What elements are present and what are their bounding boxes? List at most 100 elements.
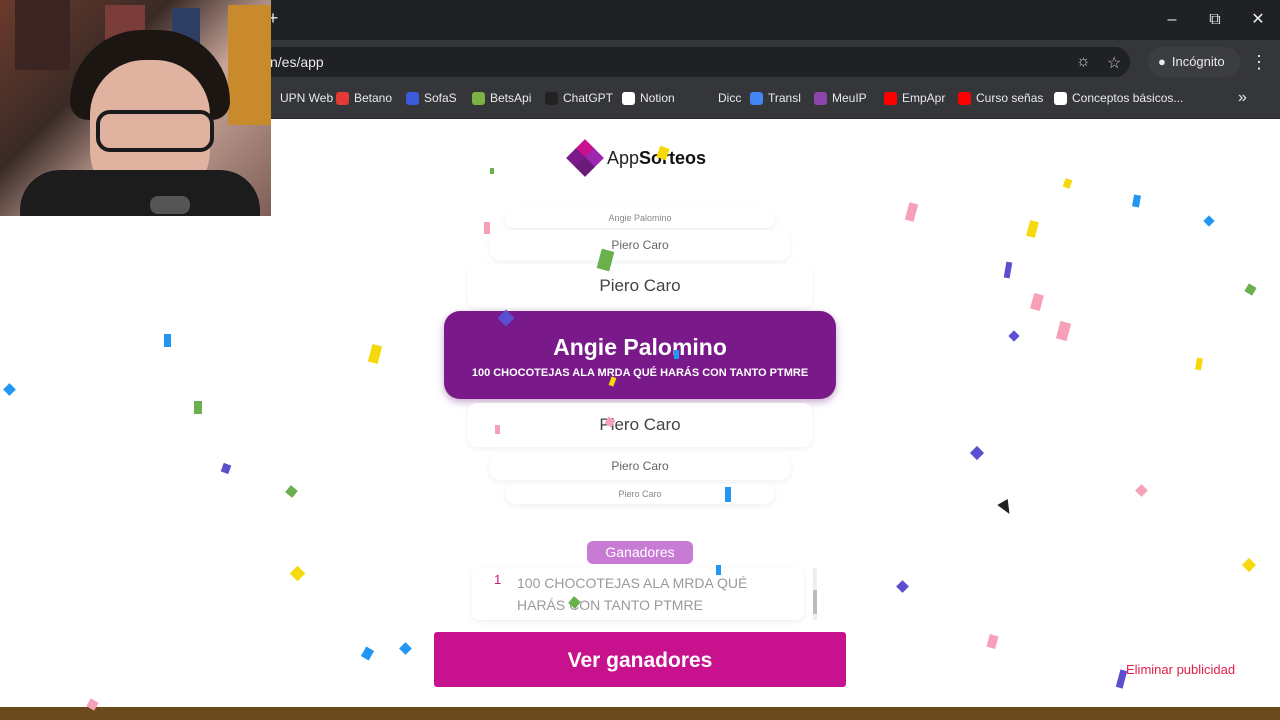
confetti-piece	[1030, 292, 1044, 312]
sofascore-icon	[406, 91, 419, 105]
bookmark-label: SofaS	[424, 91, 457, 105]
confetti-piece	[1003, 261, 1013, 279]
browser-menu-icon[interactable]: ⋮	[1250, 52, 1268, 73]
minimize-icon[interactable]: –	[1159, 8, 1185, 32]
confetti-piece	[1008, 330, 1020, 342]
roll-item: Piero Caro	[467, 264, 813, 308]
bookmark-label: BetsApi	[490, 91, 532, 105]
translate-icon	[750, 91, 763, 105]
bookmark-item[interactable]: UPN Web	[262, 91, 333, 105]
confetti-piece	[285, 485, 298, 498]
confetti-piece	[1244, 283, 1257, 296]
confetti-piece	[194, 401, 202, 414]
roll-item: Piero Caro	[505, 484, 775, 504]
taskbar	[0, 707, 1280, 720]
google-icon	[1054, 91, 1067, 105]
meuip-icon	[814, 91, 827, 105]
bookmark-label: Notion	[640, 91, 675, 105]
app-logo[interactable]: AppSorteos	[566, 139, 707, 177]
confetti-piece	[490, 168, 494, 174]
bookmark-item[interactable]: Conceptos básicos...	[1054, 91, 1183, 105]
betano-icon	[336, 91, 349, 105]
incognito-indicator[interactable]: ● Incógnito	[1148, 47, 1240, 77]
bookmark-item[interactable]: Dicc	[700, 91, 741, 105]
close-window-icon[interactable]: ✕	[1245, 8, 1271, 32]
webcam-overlay	[0, 0, 271, 216]
remove-ads-link[interactable]: Eliminar publicidad	[1126, 662, 1235, 677]
winners-scrollbar[interactable]	[813, 568, 817, 620]
confetti-piece	[1055, 320, 1072, 342]
confetti-piece	[716, 565, 721, 575]
bookmark-label: Transl	[768, 91, 801, 105]
confetti-piece	[1132, 194, 1141, 208]
bookmark-label: Curso señas	[976, 91, 1044, 105]
confetti-piece	[164, 334, 171, 347]
confetti-piece	[1241, 557, 1257, 573]
bookmark-star-icon[interactable]: ☆	[1107, 53, 1121, 73]
bookmark-item[interactable]: Notion	[622, 91, 675, 105]
notion-icon	[622, 91, 635, 105]
confetti-piece	[220, 462, 232, 475]
confetti-piece	[904, 202, 919, 222]
winner-name: Angie Palomino	[553, 334, 727, 360]
tracking-eye-off-icon[interactable]: ☼	[1076, 53, 1091, 71]
winner-prize-text: 100 CHOCOTEJAS ALA MRDA QUÉ HARÁS CON TA…	[517, 575, 748, 613]
roll-item: Angie Palomino	[505, 208, 775, 228]
confetti-piece	[969, 445, 985, 461]
confetti-piece	[1115, 669, 1128, 689]
confetti-piece	[896, 580, 909, 593]
bookmark-label: UPN Web	[280, 91, 334, 105]
bookmark-label: EmpApr	[902, 91, 946, 105]
bookmark-item[interactable]: EmpApr	[884, 91, 945, 105]
app-logo-icon	[566, 139, 604, 177]
incognito-icon: ●	[1158, 54, 1166, 69]
confetti-piece	[1062, 178, 1073, 189]
confetti-piece	[367, 344, 383, 364]
confetti-piece	[289, 565, 306, 582]
roll-item: Piero Caro	[490, 452, 790, 480]
youtube-icon	[884, 91, 897, 105]
winners-list: 1 100 CHOCOTEJAS ALA MRDA QUÉ HARÁS CON …	[472, 568, 804, 620]
confetti-piece	[399, 642, 412, 655]
restore-icon[interactable]: ⧉	[1202, 8, 1228, 32]
bookmark-label: Dicc	[718, 91, 742, 105]
confetti-piece	[725, 487, 731, 502]
confetti-piece	[1026, 220, 1039, 238]
confetti-piece	[484, 222, 490, 234]
confetti-piece	[495, 425, 500, 434]
winner-prize: 100 CHOCOTEJAS ALA MRDA QUÉ HARÁS CON TA…	[471, 367, 809, 379]
bookmark-item[interactable]: Betano	[336, 91, 392, 105]
winners-badge: Ganadores	[587, 541, 693, 564]
roll-item: Piero Caro	[467, 403, 813, 447]
bookmark-item[interactable]: Curso señas	[958, 91, 1043, 105]
bookmarks-overflow-icon[interactable]: »	[1238, 89, 1247, 107]
confetti-piece	[3, 383, 16, 396]
bookmark-item[interactable]: ChatGPT	[545, 91, 613, 105]
incognito-label: Incógnito	[1171, 54, 1225, 69]
roll-item: Piero Caro	[490, 230, 790, 260]
confetti-piece	[360, 646, 375, 661]
bookmark-item[interactable]: Transl	[750, 91, 801, 105]
dicc-icon	[700, 91, 713, 105]
bookmark-label: Betano	[354, 91, 393, 105]
logo-prefix: App	[607, 147, 640, 168]
confetti-piece	[674, 350, 679, 359]
chatgpt-icon	[545, 91, 558, 105]
mouse-cursor-icon	[997, 498, 1015, 518]
confetti-piece	[986, 634, 999, 649]
bookmark-label: ChatGPT	[563, 91, 614, 105]
view-winners-button[interactable]: Ver ganadores	[434, 632, 846, 687]
logo-suffix: Sorteos	[639, 147, 707, 168]
confetti-piece	[1135, 484, 1148, 497]
address-bar[interactable]	[240, 47, 1130, 77]
bookmark-item[interactable]: MeuIP	[814, 91, 867, 105]
winner-number: 1	[494, 572, 502, 587]
bookmark-label: MeuIP	[832, 91, 867, 105]
betsapi-icon	[472, 91, 485, 105]
bookmark-item[interactable]: SofaS	[406, 91, 457, 105]
url-text[interactable]: n/es/app	[270, 54, 324, 70]
confetti-piece	[1195, 357, 1203, 371]
bookmark-item[interactable]: BetsApi	[472, 91, 531, 105]
confetti-piece	[1203, 215, 1215, 227]
youtube-icon	[958, 91, 971, 105]
